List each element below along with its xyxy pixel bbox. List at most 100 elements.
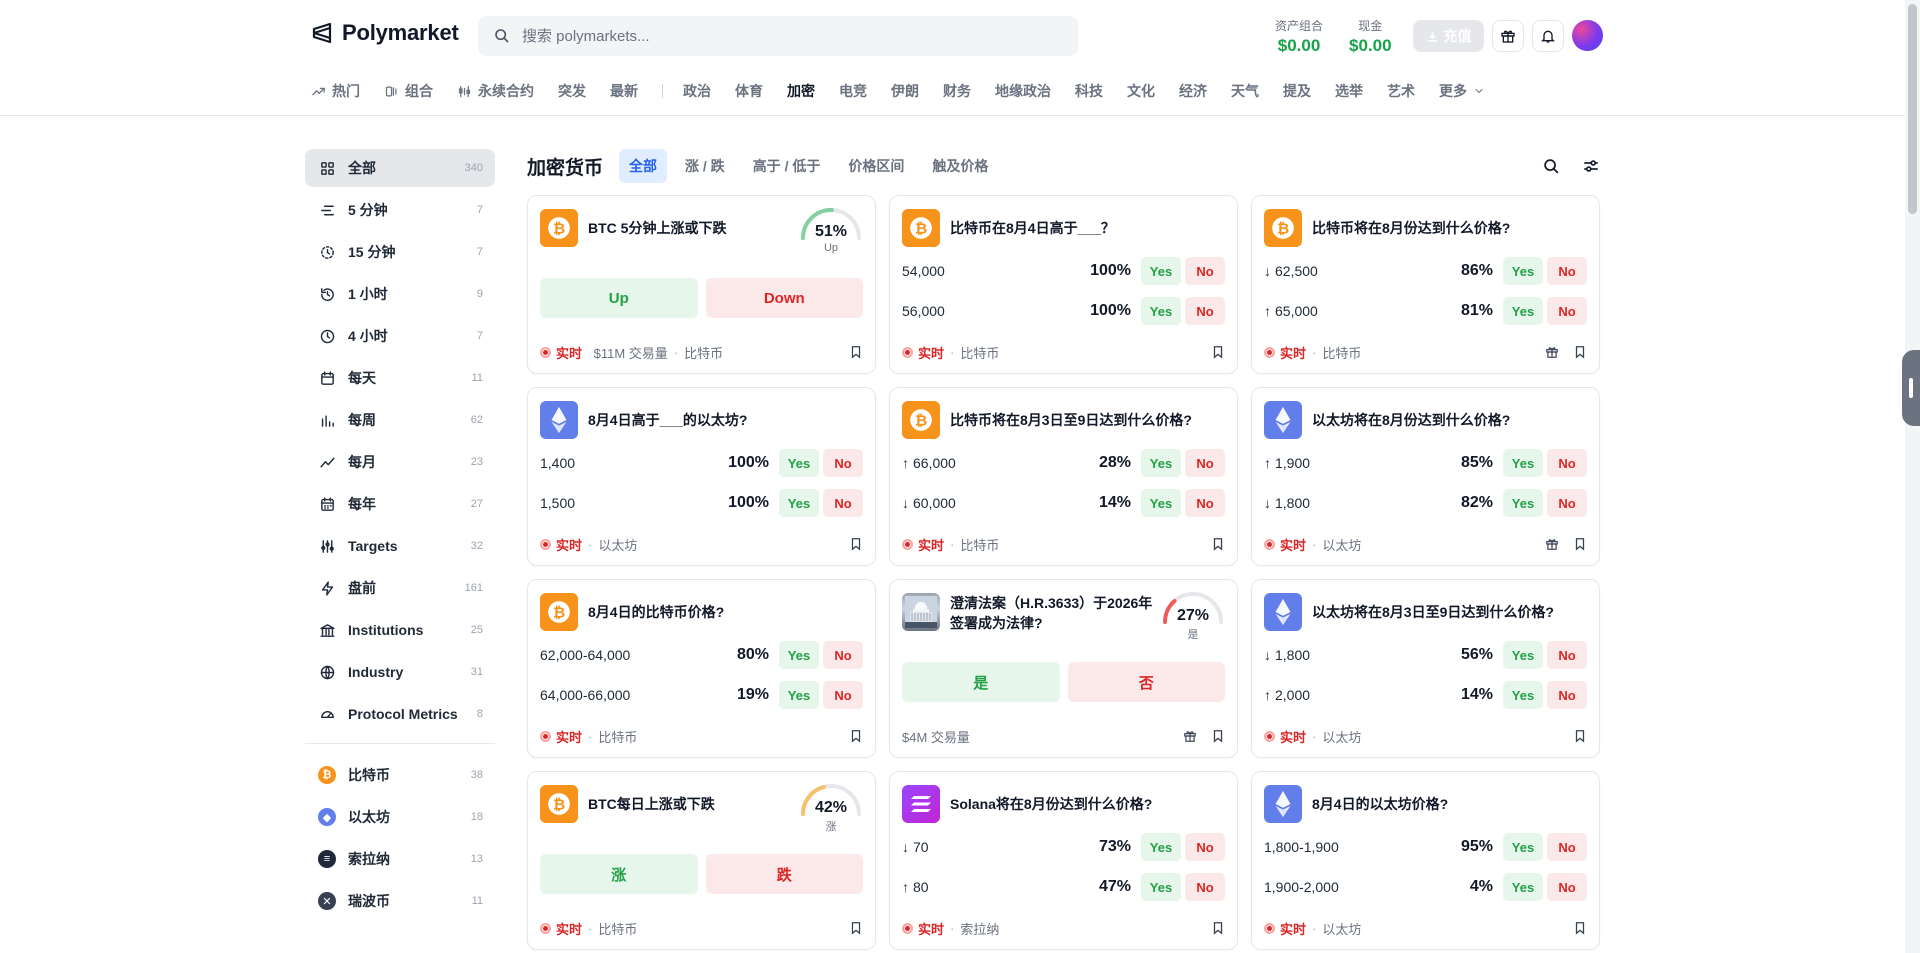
nav-item-18[interactable]: 艺术 bbox=[1387, 81, 1415, 101]
sidebar-coin-2[interactable]: ≡ 索拉纳 13 bbox=[305, 840, 495, 878]
market-card[interactable]: ₿ 比特币将在8月份达到什么价格? ↓ 62,500 86% Yes No ↑ 65… bbox=[1251, 195, 1600, 374]
buy-no-button[interactable]: No bbox=[1185, 873, 1225, 901]
buy-yes-button[interactable]: Yes bbox=[1141, 489, 1181, 517]
nav-item-6[interactable]: 体育 bbox=[735, 81, 763, 101]
category-tag[interactable]: 比特币 bbox=[960, 535, 999, 554]
buy-no-button[interactable]: No bbox=[1185, 257, 1225, 285]
sidebar-item-12[interactable]: Industry 31 bbox=[305, 653, 495, 691]
sidebar-item-5[interactable]: 每天 11 bbox=[305, 359, 495, 397]
bookmark-icon[interactable] bbox=[849, 537, 863, 551]
nav-item-12[interactable]: 科技 bbox=[1075, 81, 1103, 101]
buy-no-button[interactable]: No bbox=[823, 449, 863, 477]
nav-item-5[interactable]: 政治 bbox=[683, 81, 711, 101]
buy-down-button[interactable]: 跌 bbox=[705, 854, 863, 894]
buy-yes-button[interactable]: Yes bbox=[1503, 257, 1543, 285]
nav-item-9[interactable]: 伊朗 bbox=[891, 81, 919, 101]
sidebar-item-7[interactable]: 每月 23 bbox=[305, 443, 495, 481]
buy-yes-button[interactable]: Yes bbox=[1141, 873, 1181, 901]
buy-no-button[interactable]: No bbox=[1185, 449, 1225, 477]
notifications-button[interactable] bbox=[1532, 20, 1564, 52]
bookmark-icon[interactable] bbox=[1211, 729, 1225, 743]
buy-yes-button[interactable]: Yes bbox=[1141, 297, 1181, 325]
category-tag[interactable]: 索拉纳 bbox=[960, 919, 999, 938]
sidebar-item-2[interactable]: 15 分钟 7 bbox=[305, 233, 495, 271]
buy-no-button[interactable]: No bbox=[1185, 489, 1225, 517]
buy-down-button[interactable]: Down bbox=[705, 278, 863, 318]
buy-down-button[interactable]: 否 bbox=[1067, 662, 1225, 702]
filter-tab-2[interactable]: 高于 / 低于 bbox=[743, 149, 831, 183]
buy-no-button[interactable]: No bbox=[1185, 833, 1225, 861]
buy-yes-button[interactable]: Yes bbox=[1503, 641, 1543, 669]
buy-no-button[interactable]: No bbox=[823, 681, 863, 709]
nav-item-7[interactable]: 加密 bbox=[787, 81, 815, 101]
sidebar-item-11[interactable]: Institutions 25 bbox=[305, 611, 495, 649]
buy-up-button[interactable]: 涨 bbox=[540, 854, 698, 894]
buy-no-button[interactable]: No bbox=[823, 489, 863, 517]
bookmark-icon[interactable] bbox=[1573, 921, 1587, 935]
buy-no-button[interactable]: No bbox=[823, 641, 863, 669]
buy-yes-button[interactable]: Yes bbox=[1503, 489, 1543, 517]
filter-tab-0[interactable]: 全部 bbox=[619, 149, 668, 183]
buy-yes-button[interactable]: Yes bbox=[1141, 449, 1181, 477]
category-tag[interactable]: 以太坊 bbox=[1322, 727, 1361, 746]
nav-item-1[interactable]: 组合 bbox=[384, 81, 433, 101]
market-card[interactable]: Solana将在8月份达到什么价格? ↓ 70 73% Yes No ↑ 80 47… bbox=[889, 771, 1238, 950]
bookmark-icon[interactable] bbox=[849, 729, 863, 743]
cash-balance[interactable]: 现金 $0.00 bbox=[1349, 17, 1392, 56]
avatar[interactable] bbox=[1572, 20, 1603, 51]
buy-up-button[interactable]: Up bbox=[540, 278, 698, 318]
buy-yes-button[interactable]: Yes bbox=[779, 489, 819, 517]
buy-yes-button[interactable]: Yes bbox=[779, 681, 819, 709]
sidebar-item-8[interactable]: 每年 27 bbox=[305, 485, 495, 523]
gift-icon[interactable] bbox=[1545, 345, 1559, 359]
nav-item-0[interactable]: 热门 bbox=[311, 81, 360, 101]
buy-no-button[interactable]: No bbox=[1547, 257, 1587, 285]
buy-no-button[interactable]: No bbox=[1547, 833, 1587, 861]
buy-yes-button[interactable]: Yes bbox=[1503, 833, 1543, 861]
market-card[interactable]: ₿ BTC 5分钟上涨或下跌 51% Up Up Down 实时 $11M 交易… bbox=[527, 195, 876, 374]
bookmark-icon[interactable] bbox=[849, 345, 863, 359]
market-card[interactable]: 8月4日高于___的以太坊? 1,400 100% Yes No 1,500 1… bbox=[527, 387, 876, 566]
logo[interactable]: Polymarket bbox=[310, 20, 459, 46]
buy-yes-button[interactable]: Yes bbox=[1141, 833, 1181, 861]
market-card[interactable]: 以太坊将在8月3日至9日达到什么价格? ↓ 1,800 56% Yes No ↑ 2… bbox=[1251, 579, 1600, 758]
side-panel-tab[interactable] bbox=[1902, 350, 1920, 426]
buy-no-button[interactable]: No bbox=[1547, 297, 1587, 325]
market-card[interactable]: ₿ 比特币将在8月3日至9日达到什么价格? ↑ 66,000 28% Yes No… bbox=[889, 387, 1238, 566]
sidebar-item-4[interactable]: 4 小时 7 bbox=[305, 317, 495, 355]
gift-icon[interactable] bbox=[1183, 729, 1197, 743]
portfolio-balance[interactable]: 资产组合 $0.00 bbox=[1275, 17, 1323, 56]
nav-item-8[interactable]: 电竞 bbox=[839, 81, 867, 101]
market-card[interactable]: 8月4日的以太坊价格? 1,800-1,900 95% Yes No 1,900… bbox=[1251, 771, 1600, 950]
buy-no-button[interactable]: No bbox=[1185, 297, 1225, 325]
gift-icon[interactable] bbox=[1545, 537, 1559, 551]
buy-yes-button[interactable]: Yes bbox=[1141, 257, 1181, 285]
category-tag[interactable]: 比特币 bbox=[598, 727, 637, 746]
sidebar-item-6[interactable]: 每周 62 bbox=[305, 401, 495, 439]
nav-item-13[interactable]: 文化 bbox=[1127, 81, 1155, 101]
buy-no-button[interactable]: No bbox=[1547, 681, 1587, 709]
category-tag[interactable]: 比特币 bbox=[1322, 343, 1361, 362]
category-tag[interactable]: 以太坊 bbox=[1322, 535, 1361, 554]
buy-yes-button[interactable]: Yes bbox=[1503, 297, 1543, 325]
bookmark-icon[interactable] bbox=[1211, 921, 1225, 935]
filter-tab-1[interactable]: 涨 / 跌 bbox=[675, 149, 735, 183]
buy-no-button[interactable]: No bbox=[1547, 873, 1587, 901]
deposit-button[interactable]: 充值 bbox=[1413, 20, 1484, 52]
buy-yes-button[interactable]: Yes bbox=[779, 641, 819, 669]
nav-item-4[interactable]: 最新 bbox=[610, 81, 638, 101]
bookmark-icon[interactable] bbox=[1573, 345, 1587, 359]
sidebar-item-1[interactable]: 5 分钟 7 bbox=[305, 191, 495, 229]
category-tag[interactable]: 比特币 bbox=[684, 343, 723, 362]
filter-tab-4[interactable]: 触及价格 bbox=[922, 149, 998, 183]
sidebar-item-13[interactable]: Protocol Metrics 8 bbox=[305, 695, 495, 733]
nav-item-17[interactable]: 选举 bbox=[1335, 81, 1363, 101]
buy-up-button[interactable]: 是 bbox=[902, 662, 1060, 702]
filter-tab-3[interactable]: 价格区间 bbox=[838, 149, 914, 183]
buy-yes-button[interactable]: Yes bbox=[1503, 681, 1543, 709]
sidebar-item-3[interactable]: 1 小时 9 bbox=[305, 275, 495, 313]
scrollbar-thumb[interactable] bbox=[1908, 4, 1917, 214]
search-icon[interactable] bbox=[1543, 158, 1560, 175]
category-tag[interactable]: 以太坊 bbox=[598, 535, 637, 554]
buy-yes-button[interactable]: Yes bbox=[1503, 449, 1543, 477]
